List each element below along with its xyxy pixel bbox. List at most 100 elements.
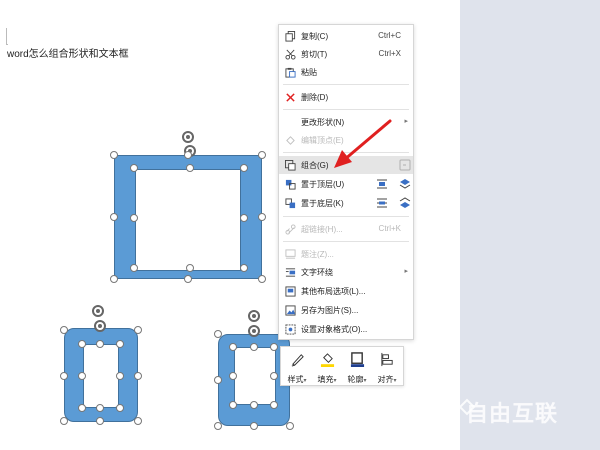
side-panel — [460, 0, 600, 450]
resize-handle[interactable] — [134, 417, 142, 425]
menu-item-label: 超链接(H)... — [301, 225, 343, 234]
menu-item-text-wrap[interactable]: 文字环绕 ▸ — [279, 263, 413, 281]
resize-handle[interactable] — [286, 422, 294, 430]
menu-separator — [283, 84, 409, 85]
resize-handle[interactable] — [96, 417, 104, 425]
layer-up-icon — [399, 179, 411, 189]
resize-handle[interactable] — [258, 275, 266, 283]
align-button[interactable]: 对齐▾ — [373, 349, 401, 385]
menu-item-shortcut: Ctrl+K — [378, 224, 401, 233]
shape-inner-area — [83, 344, 119, 408]
menu-separator — [283, 241, 409, 242]
inner-handle[interactable] — [229, 372, 237, 380]
resize-handle[interactable] — [214, 422, 222, 430]
edit-points-icon — [286, 136, 295, 145]
inner-handle[interactable] — [78, 372, 86, 380]
text-wrap-option-icon — [377, 179, 387, 189]
inner-handle[interactable] — [240, 264, 248, 272]
menu-separator — [283, 109, 409, 110]
group-submenu-icon — [399, 159, 411, 171]
format-object-icon — [285, 324, 296, 335]
resize-handle[interactable] — [184, 151, 192, 159]
menu-item-send-to-back[interactable]: 置于底层(K) — [279, 194, 413, 212]
shape-inner-area — [135, 169, 241, 271]
toolbar-button-label: 样式▾ — [287, 375, 307, 384]
menu-item-label: 置于顶层(U) — [301, 180, 345, 189]
layer-down-icon — [399, 197, 411, 208]
resize-handle[interactable] — [134, 372, 142, 380]
menu-item-cut[interactable]: 剪切(T) Ctrl+X — [279, 45, 413, 63]
inner-handle[interactable] — [240, 164, 248, 172]
menu-item-bring-to-front[interactable]: 置于顶层(U) — [279, 175, 413, 193]
resize-handle[interactable] — [134, 326, 142, 334]
rotate-handle-icon[interactable] — [248, 325, 260, 337]
rotate-handle-icon[interactable] — [248, 310, 260, 322]
resize-handle[interactable] — [60, 372, 68, 380]
align-icon — [381, 352, 393, 367]
group-icon — [285, 160, 296, 171]
menu-separator — [283, 216, 409, 217]
inner-handle[interactable] — [96, 404, 104, 412]
inner-handle[interactable] — [130, 164, 138, 172]
inner-handle[interactable] — [186, 264, 194, 272]
rotate-handle-icon[interactable] — [92, 305, 104, 317]
menu-item-format-object[interactable]: 设置对象格式(O)... — [279, 320, 413, 338]
annotation-arrow-icon — [334, 119, 392, 168]
menu-item-layout-options[interactable]: 其他布局选项(L)... — [279, 282, 413, 300]
resize-handle[interactable] — [60, 326, 68, 334]
resize-handle[interactable] — [258, 213, 266, 221]
copy-icon — [285, 31, 296, 42]
style-button[interactable]: 样式▾ — [283, 349, 311, 385]
resize-handle[interactable] — [250, 422, 258, 430]
inner-handle[interactable] — [130, 214, 138, 222]
inner-handle[interactable] — [96, 340, 104, 348]
toolbar-button-label: 填充▾ — [317, 375, 337, 384]
inner-handle[interactable] — [240, 214, 248, 222]
inner-handle[interactable] — [78, 404, 86, 412]
inner-handle[interactable] — [270, 343, 278, 351]
resize-handle[interactable] — [110, 213, 118, 221]
menu-item-hyperlink[interactable]: 超链接(H)... Ctrl+K — [279, 220, 413, 238]
menu-item-caption[interactable]: 题注(Z)... — [279, 245, 413, 263]
menu-item-copy[interactable]: 复制(C) Ctrl+C — [279, 27, 413, 45]
text-cursor — [6, 28, 8, 45]
inner-handle[interactable] — [229, 343, 237, 351]
resize-handle[interactable] — [258, 151, 266, 159]
text-wrap-icon — [285, 268, 296, 277]
inner-handle[interactable] — [229, 401, 237, 409]
inner-handle[interactable] — [270, 401, 278, 409]
scissors-icon — [285, 49, 296, 60]
layout-options-icon — [285, 286, 296, 297]
context-menu[interactable]: 复制(C) Ctrl+C 剪切(T) Ctrl+X 粘贴 删除(D) 更改形状(… — [278, 24, 414, 340]
inner-handle[interactable] — [250, 343, 258, 351]
inner-handle[interactable] — [116, 404, 124, 412]
resize-handle[interactable] — [60, 417, 68, 425]
rotate-handle-icon[interactable] — [182, 131, 194, 143]
resize-handle[interactable] — [110, 151, 118, 159]
outline-button[interactable]: 轮廓▾ — [343, 349, 371, 385]
inner-handle[interactable] — [250, 401, 258, 409]
menu-item-paste[interactable]: 粘贴 — [279, 63, 413, 81]
inner-handle[interactable] — [186, 164, 194, 172]
outline-icon — [350, 352, 365, 367]
inner-handle[interactable] — [270, 372, 278, 380]
rotate-handle-icon[interactable] — [94, 320, 106, 332]
floating-format-toolbar[interactable]: 样式▾ 填充▾ 轮廓▾ 对齐▾ — [280, 346, 404, 386]
inner-handle[interactable] — [116, 372, 124, 380]
menu-item-label: 设置对象格式(O)... — [301, 325, 368, 334]
menu-item-shortcut: Ctrl+C — [378, 31, 401, 40]
caption-icon — [285, 249, 296, 259]
resize-handle[interactable] — [214, 376, 222, 384]
resize-handle[interactable] — [184, 275, 192, 283]
bring-to-front-icon — [285, 179, 296, 190]
menu-item-delete[interactable]: 删除(D) — [279, 88, 413, 106]
resize-handle[interactable] — [214, 330, 222, 338]
inner-handle[interactable] — [130, 264, 138, 272]
menu-item-label: 组合(G) — [301, 161, 329, 170]
fill-button[interactable]: 填充▾ — [313, 349, 341, 385]
delete-x-icon — [286, 93, 295, 102]
inner-handle[interactable] — [78, 340, 86, 348]
inner-handle[interactable] — [116, 340, 124, 348]
menu-item-save-as-picture[interactable]: 另存为图片(S)... — [279, 301, 413, 319]
resize-handle[interactable] — [110, 275, 118, 283]
